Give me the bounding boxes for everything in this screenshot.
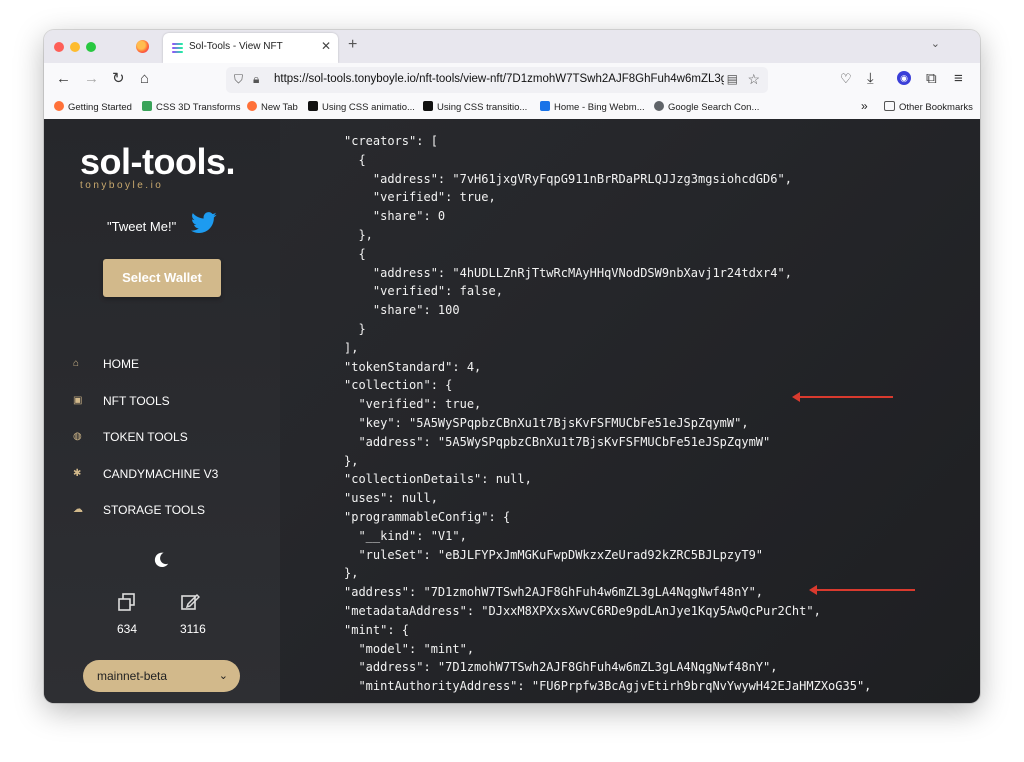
code-line: }, bbox=[344, 228, 373, 242]
nav-toolbar: ← → ↻ ⌂ ⛉ 🔒︎ https://sol-tools.tonyboyle… bbox=[44, 63, 980, 97]
code-line: }, bbox=[344, 453, 359, 468]
code-line: }, bbox=[344, 566, 359, 581]
home-icon[interactable]: ⌂ bbox=[140, 70, 149, 88]
bookmark-item[interactable]: CSS 3D Transforms bbox=[142, 101, 240, 113]
bookmark-item[interactable]: Getting Started bbox=[54, 101, 132, 113]
code-line: "key": "5A5WySPqpbzCBnXu1t7BjsKvFSFMUCbF… bbox=[344, 416, 749, 430]
zoom-window-button[interactable] bbox=[86, 42, 96, 52]
mdn-icon bbox=[423, 101, 433, 111]
reader-view-icon[interactable]: ▤ bbox=[727, 72, 738, 86]
bookmark-star-icon[interactable]: ☆ bbox=[747, 71, 760, 88]
folder-icon bbox=[884, 101, 895, 111]
menu-icon[interactable]: ≡ bbox=[954, 70, 963, 88]
forward-icon[interactable]: → bbox=[84, 70, 99, 88]
code-line: "verified": false, bbox=[344, 284, 503, 299]
browser-window: Sol-Tools - View NFT ✕ + ⌄ ← → ↻ ⌂ ⛉ 🔒︎ … bbox=[44, 30, 980, 703]
other-bookmarks[interactable]: Other Bookmarks bbox=[884, 101, 973, 113]
code-line: "share": 0 bbox=[344, 209, 446, 224]
bing-icon bbox=[540, 101, 550, 111]
close-tab-icon[interactable]: ✕ bbox=[321, 39, 331, 53]
code-line: "share": 100 bbox=[344, 303, 460, 318]
annotation-arrow-rule-set bbox=[809, 585, 915, 595]
bookmark-item[interactable]: New Tab bbox=[247, 101, 298, 113]
url-text[interactable]: https://sol-tools.tonyboyle.io/nft-tools… bbox=[274, 73, 724, 85]
back-icon[interactable]: ← bbox=[56, 70, 71, 88]
tab-active[interactable]: Sol-Tools - View NFT ✕ bbox=[163, 33, 338, 63]
code-line: "collectionDetails": null, bbox=[344, 472, 532, 487]
code-line: "mintAuthorityAddress": "FU6Prpfw3BcAgjv… bbox=[344, 679, 872, 694]
pocket-icon[interactable]: ♡ bbox=[840, 70, 852, 88]
code-line: "metadataAddress": "DJxxM8XPXxsXwvC6RDe9… bbox=[344, 604, 821, 618]
url-bar[interactable]: ⛉ 🔒︎ https://sol-tools.tonyboyle.io/nft-… bbox=[226, 67, 768, 93]
google-search-console-icon bbox=[654, 101, 664, 111]
more-bookmarks-chevron-icon[interactable]: » bbox=[861, 99, 868, 113]
annotation-arrow-token-standard bbox=[792, 392, 893, 402]
code-line: "address": "7vH61jxgVRyFqpG911nBrRDaPRLQ… bbox=[344, 171, 792, 186]
firefox-icon bbox=[247, 101, 257, 111]
code-line: "uses": null, bbox=[344, 491, 438, 506]
bookmark-item[interactable]: Using CSS transitio... bbox=[423, 101, 527, 113]
code-line: "address": "5A5WySPqpbzCBnXu1t7BjsKvFSFM… bbox=[344, 434, 771, 449]
sol-tools-favicon-icon bbox=[172, 43, 183, 53]
code-line: "creators": [ bbox=[344, 134, 438, 148]
lock-icon[interactable]: 🔒︎ bbox=[253, 72, 259, 87]
code-line: "address": "4hUDLLZnRjTtwRcMAyHHqVNodDSW… bbox=[344, 265, 792, 280]
code-line: "verified": true, bbox=[344, 190, 496, 205]
code-line: "__kind": "V1", bbox=[344, 528, 467, 543]
bookmark-item[interactable]: Home - Bing Webm... bbox=[540, 101, 645, 113]
code-line: "verified": true, bbox=[344, 397, 482, 412]
firefox-icon[interactable] bbox=[136, 40, 149, 53]
code-line: ], bbox=[344, 340, 359, 355]
tracking-shield-icon[interactable]: ⛉ bbox=[234, 72, 243, 87]
bookmark-item[interactable]: Using CSS animatio... bbox=[308, 101, 415, 113]
downloads-icon[interactable]: ⤓ bbox=[867, 70, 874, 88]
reload-icon[interactable]: ↻ bbox=[112, 70, 125, 88]
minimize-window-button[interactable] bbox=[70, 42, 80, 52]
code-line: { bbox=[344, 246, 366, 261]
bookmarks-bar: Getting Started CSS 3D Transforms New Ta… bbox=[44, 97, 980, 120]
extensions-icon[interactable]: ⧉ bbox=[926, 70, 937, 88]
mdn-icon bbox=[308, 101, 318, 111]
new-tab-icon[interactable]: + bbox=[348, 36, 357, 54]
code-line: "address": "7D1zmohW7TSwh2AJF8GhFuh4w6mZ… bbox=[344, 585, 764, 600]
list-tabs-chevron-icon[interactable]: ⌄ bbox=[931, 37, 940, 50]
tab-title: Sol-Tools - View NFT bbox=[189, 41, 283, 52]
code-line: "model": "mint", bbox=[344, 641, 475, 656]
code-line: { bbox=[344, 152, 366, 167]
page-content: sol-tools. tonyboyle.io "Tweet Me!" Sele… bbox=[44, 119, 980, 703]
code-line: "mint": { bbox=[344, 622, 410, 637]
code-line: "tokenStandard": 4, bbox=[344, 359, 482, 374]
tab-strip: Sol-Tools - View NFT ✕ + ⌄ bbox=[44, 30, 980, 63]
code-line: "ruleSet": "eBJLFYPxJmMGKuFwpDWkzxZeUrad… bbox=[344, 547, 764, 562]
code-line: "address": "7D1zmohW7TSwh2AJF8GhFuh4w6mZ… bbox=[344, 660, 778, 675]
bookmark-item[interactable]: Google Search Con... bbox=[654, 101, 759, 113]
code-line: "programmableConfig": { bbox=[344, 510, 511, 524]
code-line: } bbox=[344, 322, 366, 336]
code-line: "collection": { bbox=[344, 378, 453, 393]
account-avatar-icon[interactable]: ◉ bbox=[897, 71, 911, 85]
w-icon bbox=[142, 101, 152, 111]
nft-json-viewer: "creators": [ { "address": "7vH61jxgVRyF… bbox=[44, 119, 980, 703]
close-window-button[interactable] bbox=[54, 42, 64, 52]
firefox-icon bbox=[54, 101, 64, 111]
